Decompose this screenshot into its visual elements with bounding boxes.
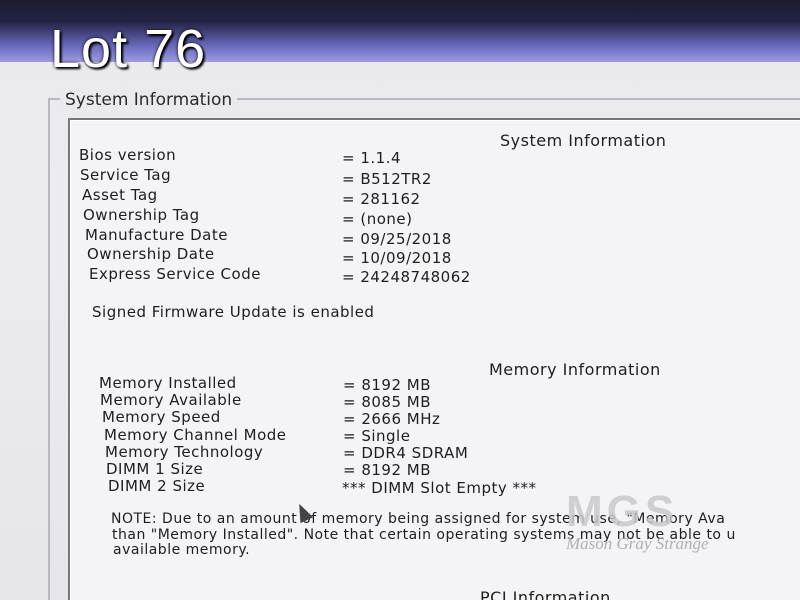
info-value: = 10/09/2018 <box>342 249 452 267</box>
bios-screen: Lot 76 System Information System Informa… <box>0 0 800 600</box>
info-label: Asset Tag <box>82 186 158 204</box>
firmware-note: Signed Firmware Update is enabled <box>92 303 375 321</box>
info-value: = 281162 <box>342 190 421 208</box>
watermark-logo: MGS <box>566 487 679 536</box>
memory-label: Memory Available <box>100 391 242 409</box>
group-title: System Information <box>60 90 238 110</box>
memory-label: DIMM 2 Size <box>108 477 206 495</box>
info-label: Ownership Date <box>87 245 215 263</box>
info-label: Express Service Code <box>89 265 261 283</box>
watermark: MGS Mason Gray Strange <box>566 490 709 554</box>
memory-value: = 8192 MB <box>343 461 432 479</box>
memory-label: Memory Channel Mode <box>104 426 287 444</box>
memory-label: Memory Speed <box>102 408 221 426</box>
pci-info-header: PCI Information <box>480 588 611 600</box>
memory-value: = 8085 MB <box>343 393 432 411</box>
info-value: = B512TR2 <box>342 170 432 188</box>
info-label: Service Tag <box>80 166 172 184</box>
memory-label: Memory Technology <box>105 443 264 461</box>
info-label: Bios version <box>79 146 177 164</box>
watermark-name: Mason Gray Strange <box>566 534 709 553</box>
memory-value: = 2666 MHz <box>343 410 441 428</box>
memory-label: Memory Installed <box>99 374 237 392</box>
memory-info-header: Memory Information <box>489 360 661 379</box>
info-label: Manufacture Date <box>85 226 228 244</box>
memory-value: = Single <box>343 427 411 445</box>
lot-label: Lot 76 <box>50 19 207 79</box>
memory-value: = 8192 MB <box>343 376 432 394</box>
info-label: Ownership Tag <box>83 206 200 224</box>
info-value: = 1.1.4 <box>342 149 402 167</box>
info-value: = 24248748062 <box>342 268 471 286</box>
memory-value: = DDR4 SDRAM <box>343 444 469 462</box>
memory-note-line: available memory. <box>113 542 251 558</box>
info-value: = (none) <box>342 210 413 228</box>
system-info-header: System Information <box>500 131 667 150</box>
info-value: = 09/25/2018 <box>342 230 452 248</box>
memory-label: DIMM 1 Size <box>106 460 204 478</box>
memory-value: *** DIMM Slot Empty *** <box>342 479 537 497</box>
